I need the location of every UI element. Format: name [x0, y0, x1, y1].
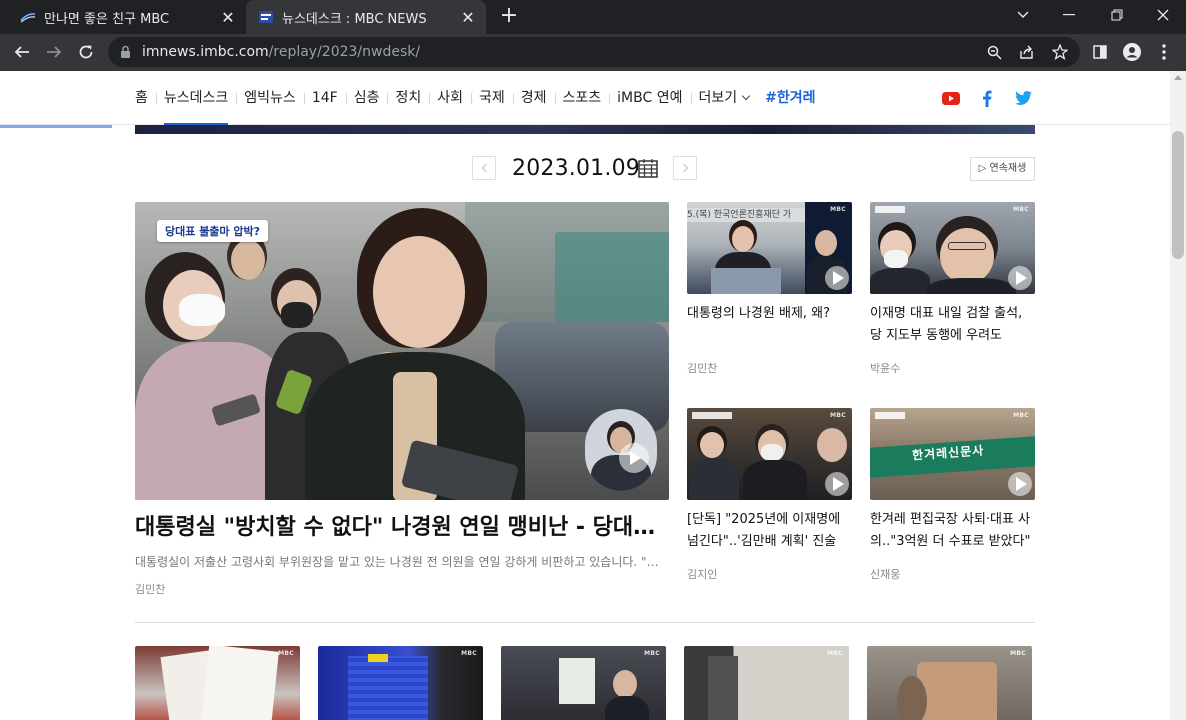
news-card[interactable]: MBC 이재명 대표 내일 검찰 출석, 당 지도부 동행에 우려도 박윤수: [870, 202, 1035, 375]
news-card-title[interactable]: 대통령의 나경원 배제, 왜?: [687, 303, 852, 325]
nav-item-14f[interactable]: 14F: [303, 71, 346, 125]
news-card-author: 김민찬: [687, 362, 718, 375]
url-text: imnews.imbc.com/replay/2023/nwdesk/: [142, 44, 421, 60]
nav-item-world[interactable]: 국제: [471, 71, 513, 125]
nav-item-economy[interactable]: 경제: [512, 71, 555, 125]
next-date-button[interactable]: [673, 156, 697, 180]
close-window-icon[interactable]: [1140, 0, 1186, 30]
scrollbar-thumb[interactable]: [1172, 131, 1184, 259]
browser-tabbar: 만나면 좋은 친구 MBC ✕ 뉴스데스크 : MBC NEWS ✕ +: [0, 0, 1186, 34]
news-card-author: 신재웅: [870, 568, 901, 581]
nav-item-more[interactable]: 더보기: [690, 71, 758, 125]
sign-language-interpreter: [585, 409, 657, 491]
news-card-thumbnail[interactable]: MBC: [870, 202, 1035, 294]
main-article-author: 김민찬: [135, 583, 166, 596]
profile-icon[interactable]: [1121, 41, 1143, 63]
scroll-progress-bar: [0, 125, 112, 128]
calendar-icon[interactable]: [638, 158, 658, 178]
news-card-thumbnail[interactable]: MBC: [501, 646, 666, 720]
news-card-thumbnail[interactable]: MBC: [687, 408, 852, 500]
news-card-title[interactable]: 이재명 대표 내일 검찰 출석, 당 지도부 동행에 우려도: [870, 303, 1035, 347]
bookmark-star-icon[interactable]: [1050, 42, 1070, 62]
news-card-thumbnail[interactable]: MBC: [135, 646, 300, 720]
tab-title: 만나면 좋은 친구 MBC: [44, 11, 170, 27]
mbc-favicon-icon: [20, 13, 36, 23]
play-icon[interactable]: [825, 266, 849, 290]
main-article-thumbnail[interactable]: 당대표 불출마 압박?: [135, 202, 669, 500]
play-icon[interactable]: [619, 443, 649, 473]
main-article-title[interactable]: 대통령실 "방치할 수 없다" 나경원 연일 맹비난 - 당대표 출마 압박?: [135, 513, 669, 543]
page-content: 홈 뉴스데스크 엠빅뉴스 14F 심층 정치 사회 국제 경제 스포츠 iMBC…: [0, 71, 1170, 720]
nav-item-newsdesk[interactable]: 뉴스데스크: [155, 71, 236, 125]
restore-icon[interactable]: [1094, 0, 1140, 30]
nav-item-hankyoreh[interactable]: #한겨레: [757, 71, 823, 125]
address-bar[interactable]: imnews.imbc.com/replay/2023/nwdesk/: [108, 37, 1080, 67]
forward-icon[interactable]: [39, 37, 69, 67]
browser-toolbar: imnews.imbc.com/replay/2023/nwdesk/: [0, 34, 1186, 71]
play-icon[interactable]: [825, 472, 849, 496]
facebook-icon[interactable]: [978, 89, 996, 107]
news-card-title[interactable]: [단독] "2025년에 이재명에 넘긴다"..'김만배 계획' 진술 확보: [687, 509, 852, 553]
news-card-thumbnail[interactable]: MBC: [684, 646, 849, 720]
news-card-author: 박윤수: [870, 362, 901, 375]
youtube-icon[interactable]: [942, 89, 960, 107]
hero-banner-strip: [135, 125, 1035, 134]
twitter-icon[interactable]: [1014, 89, 1032, 107]
play-icon[interactable]: [1008, 266, 1032, 290]
chevron-right-icon: [679, 163, 688, 173]
play-icon[interactable]: [1008, 472, 1032, 496]
tab-close-icon[interactable]: ✕: [456, 5, 480, 29]
nav-item-society[interactable]: 사회: [429, 71, 471, 125]
mbc-news-favicon-icon: [259, 11, 273, 23]
news-card-thumbnail[interactable]: 한겨레신문사 MBC: [870, 408, 1035, 500]
chevron-down-icon: [741, 91, 751, 101]
site-nav: 홈 뉴스데스크 엠빅뉴스 14F 심층 정치 사회 국제 경제 스포츠 iMBC…: [0, 71, 1170, 125]
news-card-author: 김지인: [687, 568, 718, 581]
tab-title: 뉴스데스크 : MBC NEWS: [282, 11, 427, 27]
main-menu: 홈 뉴스데스크 엠빅뉴스 14F 심층 정치 사회 국제 경제 스포츠 iMBC…: [135, 71, 824, 125]
back-icon[interactable]: [7, 37, 37, 67]
news-card[interactable]: 5.(복) 한국언론진흥재단 가 MBC 대통령의 나경원 배제, 왜? 김민찬: [687, 202, 852, 375]
share-icon[interactable]: [1016, 42, 1036, 62]
news-card-title[interactable]: 한겨레 편집국장 사퇴·대표 사의.."3억원 더 수표로 받았다": [870, 509, 1035, 553]
news-card-thumbnail[interactable]: MBC: [867, 646, 1032, 720]
broadcast-date: 2023.01.09: [512, 156, 640, 181]
tab-search-chevron-icon[interactable]: [1000, 0, 1046, 30]
nav-item-home[interactable]: 홈: [135, 71, 156, 125]
main-article-description[interactable]: 대통령실이 저출산 고령사회 부위원장을 맡고 있는 나경원 전 의원을 연일 …: [135, 553, 669, 571]
tab-close-icon[interactable]: ✕: [216, 5, 240, 29]
chevron-left-icon: [481, 163, 490, 173]
reload-icon[interactable]: [71, 37, 101, 67]
side-panel-icon[interactable]: [1089, 41, 1111, 63]
minimize-icon[interactable]: [1046, 0, 1092, 30]
prev-date-button[interactable]: [472, 156, 496, 180]
new-tab-button[interactable]: +: [496, 5, 522, 29]
page-scrollbar[interactable]: [1170, 71, 1186, 720]
section-divider: [135, 622, 1035, 623]
nav-item-mbig[interactable]: 엠빅뉴스: [236, 71, 304, 125]
autoplay-button[interactable]: ▷ 연속재생: [970, 157, 1035, 181]
news-card-thumbnail[interactable]: 5.(복) 한국언론진흥재단 가 MBC: [687, 202, 852, 294]
menu-kebab-icon[interactable]: [1153, 41, 1175, 63]
news-card[interactable]: 한겨레신문사 MBC 한겨레 편집국장 사퇴·대표 사의.."3억원 더 수표로…: [870, 408, 1035, 581]
tab-mbc-home[interactable]: 만나면 좋은 친구 MBC ✕: [8, 0, 246, 34]
tab-nwdesk[interactable]: 뉴스데스크 : MBC NEWS ✕: [246, 0, 486, 34]
nav-item-politics[interactable]: 정치: [387, 71, 429, 125]
nav-item-deep[interactable]: 심층: [345, 71, 388, 125]
scroll-up-arrow-icon[interactable]: [1174, 75, 1182, 80]
nav-item-imbc-ent[interactable]: iMBC 연예: [609, 71, 690, 125]
zoom-icon[interactable]: [984, 42, 1004, 62]
news-card-thumbnail[interactable]: MBC: [318, 646, 483, 720]
nav-item-sports[interactable]: 스포츠: [554, 71, 610, 125]
news-card[interactable]: MBC [단독] "2025년에 이재명에 넘긴다"..'김만배 계획' 진술 …: [687, 408, 852, 581]
date-bar: 2023.01.09 ▷ 연속재생: [0, 153, 1170, 185]
lock-icon: [121, 45, 130, 58]
main-article-tag: 당대표 불출마 압박?: [157, 220, 268, 242]
